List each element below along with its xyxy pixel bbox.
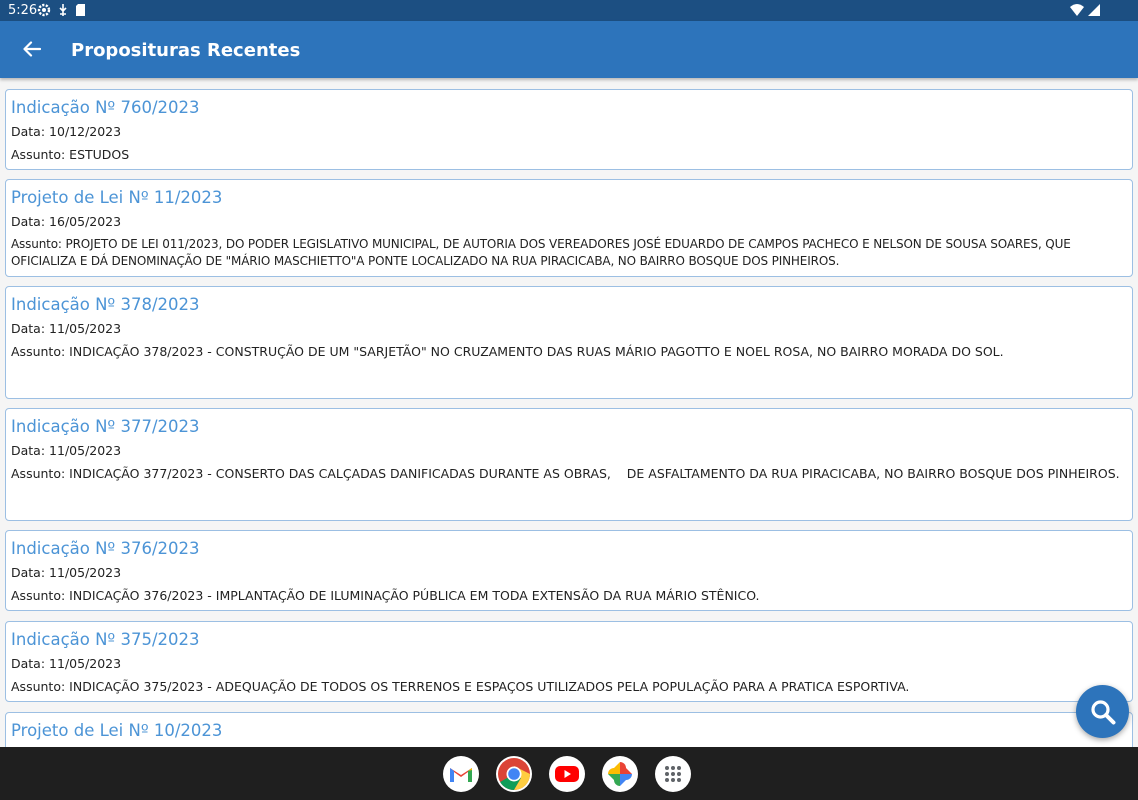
- subject-label: Assunto:: [11, 678, 66, 694]
- proposition-title: Indicação Nº 760/2023: [11, 98, 200, 117]
- proposition-subject: Assunto: PROJETO DE LEI 011/2023, DO POD…: [11, 236, 1127, 271]
- proposition-title: Projeto de Lei Nº 11/2023: [11, 188, 223, 207]
- proposition-date: Data: 16/05/2023: [11, 213, 1127, 231]
- proposition-subject: Assunto: INDICAÇÃO 378/2023 - CONSTRUÇÃO…: [11, 343, 1127, 361]
- subject-value: ESTUDOS: [69, 146, 130, 162]
- page-title: Proposituras Recentes: [71, 40, 301, 61]
- proposition-subject: Assunto: ESTUDOS: [11, 146, 1127, 164]
- sd-card-icon: [76, 4, 85, 16]
- search-icon: [1090, 699, 1115, 724]
- proposition-date: Data: 11/05/2023: [11, 564, 1127, 582]
- proposition-date: Data: 10/12/2023: [11, 123, 1127, 141]
- subject-value: INDICAÇÃO 377/2023 - CONSERTO DAS CALÇAD…: [69, 465, 1120, 481]
- proposition-title: Indicação Nº 376/2023: [11, 539, 200, 558]
- propositions-list[interactable]: Indicação Nº 760/2023 Data: 10/12/2023 A…: [0, 78, 1138, 747]
- proposition-subject: Assunto: INDICAÇÃO 376/2023 - IMPLANTAÇÃ…: [11, 587, 1127, 605]
- subject-value: PROJETO DE LEI 011/2023, DO PODER LEGISL…: [11, 236, 1071, 269]
- date-value: 11/05/2023: [49, 321, 122, 336]
- subject-value: INDICAÇÃO 378/2023 - CONSTRUÇÃO DE UM "S…: [69, 343, 1004, 359]
- date-label: Data:: [11, 443, 46, 458]
- signal-icon: [1088, 4, 1100, 16]
- app-bar: Proposituras Recentes: [0, 21, 1138, 78]
- settings-gear-icon: [37, 3, 51, 17]
- wifi-icon: [1070, 4, 1084, 16]
- gmail-icon[interactable]: [443, 756, 479, 792]
- app-drawer-icon[interactable]: [655, 756, 691, 792]
- date-label: Data:: [11, 565, 46, 580]
- subject-label: Assunto:: [11, 146, 66, 162]
- proposition-date: Data: 11/05/2023: [11, 442, 1127, 460]
- subject-value: INDICAÇÃO 376/2023 - IMPLANTAÇÃO DE ILUM…: [69, 587, 760, 603]
- status-icons-right: [1070, 4, 1100, 16]
- status-time: 5:26: [8, 3, 38, 18]
- status-bar: 5:26: [0, 0, 1138, 21]
- proposition-card[interactable]: Indicação Nº 377/2023 Data: 11/05/2023 A…: [5, 408, 1133, 521]
- proposition-card[interactable]: Indicação Nº 375/2023 Data: 11/05/2023 A…: [5, 621, 1133, 702]
- proposition-title: Indicação Nº 378/2023: [11, 295, 200, 314]
- date-label: Data:: [11, 656, 46, 671]
- date-label: Data:: [11, 124, 46, 139]
- subject-value: INDICAÇÃO 375/2023 - ADEQUAÇÃO DE TODOS …: [69, 678, 910, 694]
- back-button[interactable]: [14, 33, 50, 65]
- proposition-card[interactable]: Indicação Nº 376/2023 Data: 11/05/2023 A…: [5, 530, 1133, 611]
- proposition-date: Data: 11/05/2023: [11, 320, 1127, 338]
- date-value: 10/12/2023: [49, 124, 122, 139]
- proposition-title: Indicação Nº 377/2023: [11, 417, 200, 436]
- photos-icon[interactable]: [602, 756, 638, 792]
- subject-label: Assunto:: [11, 587, 66, 603]
- proposition-card[interactable]: Indicação Nº 378/2023 Data: 11/05/2023 A…: [5, 286, 1133, 399]
- date-value: 11/05/2023: [49, 443, 122, 458]
- nav-bar: [0, 747, 1138, 800]
- usb-debug-icon: [59, 4, 67, 16]
- proposition-card[interactable]: Indicação Nº 760/2023 Data: 10/12/2023 A…: [5, 89, 1133, 170]
- date-label: Data:: [11, 321, 46, 336]
- proposition-date: Data: 11/05/2023: [11, 655, 1127, 673]
- status-icons-left: [37, 3, 86, 17]
- chrome-icon[interactable]: [496, 756, 532, 792]
- app-dock: [443, 756, 691, 792]
- date-value: 16/05/2023: [49, 214, 122, 229]
- date-label: Data:: [11, 214, 46, 229]
- proposition-title: Indicação Nº 375/2023: [11, 630, 200, 649]
- arrow-back-icon: [23, 41, 41, 57]
- proposition-card[interactable]: Projeto de Lei Nº 11/2023 Data: 16/05/20…: [5, 179, 1133, 277]
- date-value: 11/05/2023: [49, 656, 122, 671]
- subject-label: Assunto:: [11, 236, 62, 251]
- search-button[interactable]: [1076, 685, 1129, 738]
- youtube-icon[interactable]: [549, 756, 585, 792]
- proposition-card[interactable]: Projeto de Lei Nº 10/2023: [5, 712, 1133, 747]
- subject-label: Assunto:: [11, 343, 66, 359]
- proposition-subject: Assunto: INDICAÇÃO 377/2023 - CONSERTO D…: [11, 465, 1127, 483]
- proposition-subject: Assunto: INDICAÇÃO 375/2023 - ADEQUAÇÃO …: [11, 678, 1127, 696]
- subject-label: Assunto:: [11, 465, 66, 481]
- date-value: 11/05/2023: [49, 565, 122, 580]
- proposition-title: Projeto de Lei Nº 10/2023: [11, 721, 223, 740]
